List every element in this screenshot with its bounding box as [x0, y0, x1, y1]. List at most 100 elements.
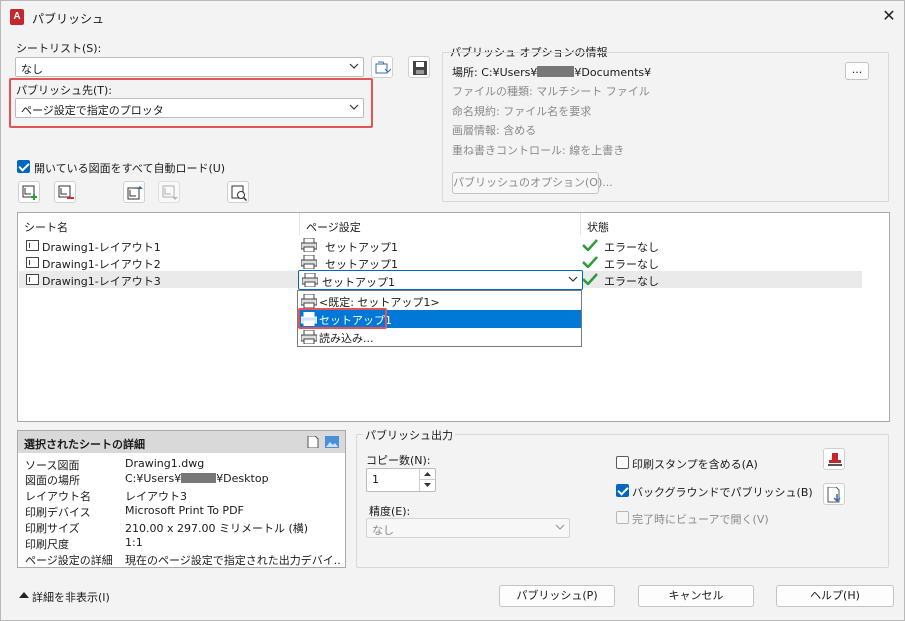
overwrite-text: 重ね書きコントロール: 線を上書き: [452, 144, 625, 157]
layout-sheet-icon: [26, 240, 39, 251]
path-suffix: ¥Desktop: [216, 472, 269, 485]
load-sheet-list-button[interactable]: [371, 56, 393, 78]
col-header-page-setup[interactable]: ページ設定: [306, 219, 361, 235]
publish-options-button[interactable]: パブリッシュのオプション(O)...: [452, 172, 613, 194]
background-publish-label: バックグラウンドでパブリッシュ(B): [632, 486, 813, 499]
table-row[interactable]: Drawing1-レイアウト2 セットアップ1 エラーなし: [19, 254, 862, 271]
table-row[interactable]: Drawing1-レイアウト1 セットアップ1 エラーなし: [19, 237, 862, 254]
cancel-button[interactable]: キャンセル: [638, 585, 754, 607]
precision-combo[interactable]: なし: [366, 518, 570, 538]
window-title: パブリッシュ: [32, 12, 105, 26]
caret-down-icon: [424, 483, 431, 487]
check-ok-icon: [582, 256, 598, 268]
location-suffix: ¥Documents¥: [574, 66, 652, 79]
detail-key: 図面の場所: [25, 474, 80, 487]
sheet-list-label: シートリスト(S):: [16, 42, 102, 55]
layout-sheet-icon: [26, 274, 39, 285]
detail-value: 1:1: [125, 536, 143, 549]
stepper-down[interactable]: [419, 480, 435, 491]
chevron-down-icon: [555, 524, 565, 530]
help-button[interactable]: ヘルプ(H): [776, 585, 894, 607]
page-setup-combo[interactable]: セットアップ1: [298, 270, 583, 290]
move-up-button[interactable]: [123, 181, 145, 203]
publish-button[interactable]: パブリッシュ(P): [499, 585, 615, 607]
detail-value-path: C:¥Users¥ ¥Desktop: [125, 472, 269, 485]
stamp-icon: [828, 453, 842, 466]
move-down-button[interactable]: [158, 181, 180, 203]
remove-sheets-button[interactable]: [54, 181, 76, 203]
printer-icon: [301, 238, 317, 252]
page-setup-value: セットアップ1: [322, 276, 395, 289]
publish-output-group: [356, 434, 889, 568]
layout-sheet-icon: [26, 257, 39, 268]
precision-value: なし: [372, 524, 394, 537]
save-sheet-list-button[interactable]: [408, 56, 430, 78]
save-icon: [413, 61, 427, 75]
precision-label: 精度(E):: [369, 505, 411, 518]
detail-key: ページ設定の詳細: [25, 554, 113, 567]
detail-value: Drawing1.dwg: [125, 457, 205, 470]
document-download-icon: [827, 487, 841, 503]
chevron-down-icon: [349, 63, 359, 69]
copies-label: コピー数(N):: [366, 454, 431, 467]
printer-icon: [301, 294, 317, 308]
details-title: 選択されたシートの詳細: [24, 438, 145, 451]
detail-key: 印刷デバイス: [25, 506, 91, 519]
detail-value: 現在のページ設定で指定された出力デバイ...: [125, 554, 340, 567]
hide-details-link[interactable]: 詳細を非表示(I): [32, 589, 110, 605]
sheet-name: Drawing1-レイアウト2: [42, 258, 161, 271]
copies-stepper[interactable]: 1: [366, 468, 436, 492]
location-label: 場所:: [452, 66, 478, 79]
file-type-text: ファイルの種類: マルチシート ファイル: [452, 85, 650, 98]
location-row: 場所: C:¥Users¥ ¥Documents¥: [452, 64, 651, 80]
auto-load-checkbox[interactable]: [17, 160, 30, 173]
detail-key: 印刷尺度: [25, 538, 69, 551]
check-ok-icon: [582, 239, 598, 251]
background-publish-settings-button[interactable]: [823, 483, 845, 505]
add-sheets-button[interactable]: [18, 181, 40, 203]
status-text: エラーなし: [604, 275, 659, 288]
image-preview-icon[interactable]: [325, 436, 339, 448]
sheet-name: Drawing1-レイアウト3: [42, 275, 161, 288]
add-sheet-icon: [22, 185, 37, 200]
highlight-setup-item: [298, 308, 387, 329]
detail-value: レイアウト3: [125, 490, 187, 503]
title-bar: A パブリッシュ ✕: [1, 1, 904, 33]
publish-output-title: パブリッシュ出力: [363, 427, 455, 443]
detail-value: Microsoft Print To PDF: [125, 504, 244, 517]
sheet-list-value: なし: [21, 63, 43, 76]
column-divider: [299, 213, 300, 235]
table-row[interactable]: Drawing1-レイアウト3 セットアップ1 エラーなし: [19, 270, 862, 290]
column-divider: [580, 213, 581, 235]
detail-key: 印刷サイズ: [25, 522, 80, 535]
redacted-username: [537, 66, 575, 77]
redacted-username: [181, 473, 217, 483]
caret-up-icon: [424, 472, 431, 476]
background-publish-checkbox[interactable]: [616, 484, 629, 497]
document-icon[interactable]: [307, 436, 319, 448]
check-ok-icon: [582, 273, 598, 285]
naming-text: 命名規約: ファイル名を要求: [452, 105, 592, 118]
preview-magnifier-icon: [231, 185, 247, 201]
open-in-viewer-checkbox[interactable]: [616, 511, 629, 524]
move-sheet-up-icon: [127, 186, 143, 200]
col-header-status[interactable]: 状態: [587, 219, 609, 235]
sheet-list-combo[interactable]: なし: [15, 57, 364, 77]
remove-sheet-icon: [58, 185, 74, 199]
selected-sheet-details: 選択されたシートの詳細 ソース図面 Drawing1.dwg 図面の場所 C:¥…: [17, 430, 346, 568]
preview-button[interactable]: [227, 181, 249, 203]
location-prefix: C:¥Users¥: [481, 66, 538, 79]
triangle-up-icon[interactable]: [19, 591, 29, 599]
copies-value: 1: [372, 473, 379, 486]
plot-stamp-settings-button[interactable]: [823, 448, 845, 470]
browse-location-button[interactable]: ...: [845, 62, 869, 80]
close-icon[interactable]: ✕: [880, 7, 898, 25]
dropdown-item[interactable]: 読み込み...: [298, 328, 581, 346]
detail-key: レイアウト名: [25, 490, 91, 503]
sheet-name: Drawing1-レイアウト1: [42, 241, 161, 254]
page-setup-value: セットアップ1: [325, 241, 398, 254]
stepper-up[interactable]: [419, 469, 435, 480]
plot-stamp-checkbox[interactable]: [616, 456, 629, 469]
col-header-sheet-name[interactable]: シート名: [24, 219, 68, 235]
plot-stamp-label: 印刷スタンプを含める(A): [632, 458, 758, 471]
